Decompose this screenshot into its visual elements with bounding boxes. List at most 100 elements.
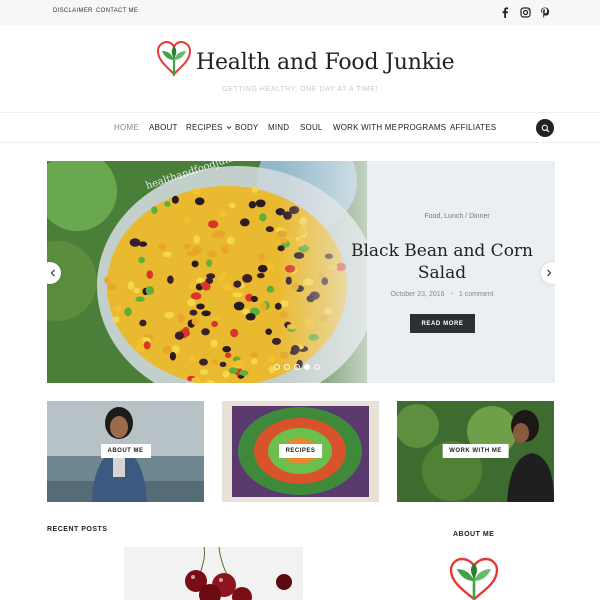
nav-item-recipes[interactable]: RECIPES: [186, 123, 232, 132]
promo-work-with-me[interactable]: WORK WITH ME: [397, 401, 554, 502]
slider-dot[interactable]: [284, 364, 290, 370]
salad-texture-piece: [183, 217, 191, 224]
slide-comments[interactable]: 1 comment: [459, 291, 494, 298]
salad-texture-piece: [233, 301, 245, 311]
salad-texture-piece: [230, 328, 239, 338]
pinterest-icon[interactable]: [538, 5, 552, 19]
salad-texture-piece: [191, 318, 200, 326]
salad-texture-piece: [245, 313, 256, 321]
site-logo-icon[interactable]: [156, 40, 192, 78]
promo-about-me[interactable]: ABOUT ME: [47, 401, 204, 502]
salad-texture-piece: [219, 361, 227, 367]
salad-texture-piece: [206, 259, 213, 267]
nav-item-work-with-me[interactable]: WORK WITH ME: [333, 123, 397, 132]
salad-texture-piece: [114, 305, 122, 313]
salad-texture-piece: [167, 275, 174, 284]
facebook-icon[interactable]: [498, 5, 512, 19]
salad-texture-piece: [226, 236, 235, 245]
salad-texture-piece: [265, 328, 272, 335]
salad-texture-piece: [266, 263, 274, 270]
salad-texture-piece: [143, 341, 151, 350]
salad-texture-piece: [136, 338, 144, 345]
salad-texture-piece: [239, 370, 249, 376]
salad-texture-piece: [199, 358, 208, 366]
about-logo-icon: [449, 557, 499, 600]
salad-texture-piece: [257, 264, 268, 273]
slider-dot-active[interactable]: [304, 364, 310, 370]
instagram-icon[interactable]: [518, 5, 532, 19]
salad-texture-piece: [177, 313, 185, 323]
salad-texture-piece: [162, 251, 172, 258]
salad-texture-piece: [265, 226, 274, 233]
disclaimer-link[interactable]: DISCLAIMER: [53, 8, 93, 14]
salad-texture-piece: [233, 280, 242, 288]
salad-texture-piece: [211, 320, 219, 328]
salad-texture-piece: [222, 282, 231, 291]
salad-texture-piece: [199, 369, 209, 375]
slide-title[interactable]: Black Bean and Corn Salad: [347, 240, 537, 284]
salad-texture-piece: [139, 319, 147, 327]
salad-texture-piece: [186, 298, 196, 307]
slider-dot[interactable]: [314, 364, 320, 370]
meta-separator: •: [450, 291, 453, 298]
salad-texture-piece: [259, 213, 267, 222]
site-title[interactable]: Health and Food Junkie: [196, 50, 455, 75]
salad-texture-piece: [228, 367, 238, 374]
salad-texture-piece: [201, 310, 211, 317]
salad-texture-piece: [201, 328, 210, 336]
salad-texture-piece: [190, 292, 202, 300]
chevron-left-icon: [50, 269, 55, 277]
read-more-button[interactable]: READ MORE: [410, 314, 475, 333]
nav-item-about[interactable]: ABOUT: [149, 123, 178, 132]
slider-dot[interactable]: [274, 364, 280, 370]
nav-item-affiliates[interactable]: AFFILIATES: [450, 123, 496, 132]
search-button[interactable]: [536, 119, 554, 137]
salad-texture-piece: [208, 220, 219, 229]
site-tagline: GETTING HEALTHY, ONE DAY AT A TIME!: [222, 86, 378, 93]
chevron-right-icon: [547, 269, 552, 277]
salad-texture-piece: [112, 316, 120, 323]
salad-texture-piece: [248, 201, 257, 209]
salad-texture-piece: [251, 186, 259, 193]
salad-texture-piece: [218, 275, 224, 282]
salad-texture-piece: [242, 274, 253, 283]
nav-item-soul[interactable]: SOUL: [300, 123, 323, 132]
nav-item-programs[interactable]: PROGRAMS: [398, 123, 446, 132]
nav-item-body[interactable]: BODY: [235, 123, 258, 132]
salad-texture-piece: [169, 351, 176, 361]
salad-texture-piece: [229, 202, 236, 209]
salad-texture-piece: [189, 309, 198, 316]
salad-texture-piece: [164, 311, 175, 319]
promo-recipes[interactable]: RECIPES: [222, 401, 379, 502]
salad-texture-piece: [207, 250, 217, 258]
salad-texture-piece: [192, 188, 202, 195]
promo-label-work-with-me: WORK WITH ME: [442, 444, 509, 458]
salad-texture-piece: [151, 206, 158, 214]
slide-category[interactable]: Food, Lunch / Dinner: [362, 213, 552, 220]
salad-texture-piece: [240, 218, 250, 227]
featured-slider: healthandfoodjunkie Food, Lunch / Dinner…: [47, 161, 555, 383]
salad-texture-piece: [268, 355, 276, 364]
slider-dots: [274, 364, 320, 370]
salad-texture-piece: [191, 377, 202, 383]
salad-texture-piece: [196, 277, 205, 284]
salad-texture-piece: [211, 359, 218, 365]
salad-texture-piece: [232, 292, 243, 298]
slider-next-button[interactable]: [541, 262, 555, 284]
salad-texture-piece: [206, 273, 216, 279]
chevron-down-icon: [226, 126, 232, 130]
salad-texture-piece: [104, 276, 111, 284]
salad-texture-piece: [210, 339, 218, 348]
salad-texture-piece: [233, 360, 245, 369]
nav-item-mind[interactable]: MIND: [268, 123, 289, 132]
salad-texture-piece: [196, 303, 205, 310]
recent-post-thumbnail[interactable]: [124, 547, 303, 600]
search-icon: [541, 124, 549, 132]
contact-me-link[interactable]: CONTACT ME: [96, 8, 138, 14]
salad-texture-piece: [124, 307, 132, 317]
salad-texture-piece: [260, 302, 267, 311]
nav-item-home[interactable]: HOME: [114, 123, 139, 132]
slider-dot[interactable]: [294, 364, 300, 370]
salad-texture-piece: [251, 358, 258, 365]
salad-texture-piece: [222, 370, 230, 378]
